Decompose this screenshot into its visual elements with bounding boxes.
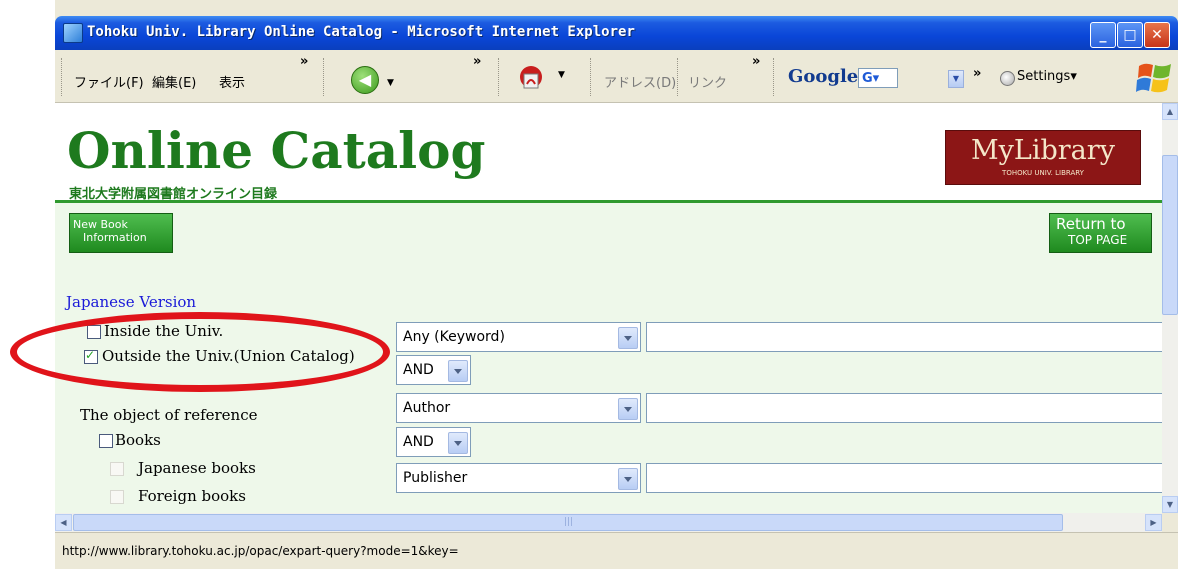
books-checkbox[interactable] xyxy=(99,434,113,448)
toolbar-grip[interactable] xyxy=(677,58,681,96)
status-bar: http://www.library.tohoku.ac.jp/opac/exp… xyxy=(55,532,1178,569)
toolbar-grip[interactable] xyxy=(773,58,777,96)
settings-icon[interactable] xyxy=(1000,71,1015,86)
mylibrary-sub: TOHOKU UNIV. LIBRARY xyxy=(1002,169,1084,177)
toolbar-grip[interactable] xyxy=(323,58,327,96)
header-divider xyxy=(55,200,1162,203)
mylibrary-label: MyLibrary xyxy=(971,135,1115,166)
return-line2: TOP PAGE xyxy=(1068,233,1128,247)
new-book-line1: New Book xyxy=(73,218,128,231)
title-bar[interactable]: Tohoku Univ. Library Online Catalog - Mi… xyxy=(55,16,1178,50)
links-label[interactable]: リンク xyxy=(688,72,727,91)
scroll-down-icon[interactable]: ▼ xyxy=(1162,496,1178,513)
settings-button[interactable]: Settings▾ xyxy=(1017,69,1077,84)
operator-select-1[interactable]: AND xyxy=(396,355,471,385)
scroll-left-icon[interactable]: ◀ xyxy=(55,514,72,531)
return-line1: Return to xyxy=(1056,215,1126,233)
operator-select-2[interactable]: AND xyxy=(396,427,471,457)
books-label: Books xyxy=(115,431,161,449)
catalog-header: Online Catalog 東北大学附属図書館オンライン目録 MyLibrar… xyxy=(55,103,1162,202)
menu-chevron[interactable]: » xyxy=(300,54,308,69)
online-catalog-logo[interactable]: Online Catalog xyxy=(67,121,485,180)
chevron-down-icon[interactable] xyxy=(448,360,468,382)
address-label[interactable]: アドレス(D) xyxy=(604,72,676,91)
back-dropdown-icon[interactable]: ▼ xyxy=(387,78,394,88)
chevron-down-icon[interactable] xyxy=(618,327,638,349)
google-logo: Google xyxy=(788,66,859,87)
close-icon: ✕ xyxy=(1151,27,1163,43)
red-highlight-ellipse xyxy=(10,312,390,392)
chevron-down-icon[interactable] xyxy=(448,432,468,454)
field-select-3[interactable]: Publisher xyxy=(396,463,641,493)
back-arrow-icon: ◀ xyxy=(358,70,372,89)
window-title: Tohoku Univ. Library Online Catalog - Mi… xyxy=(87,24,635,40)
google-search-box[interactable]: G▾ xyxy=(858,68,898,88)
close-button[interactable]: ✕ xyxy=(1144,22,1170,48)
links-chevron[interactable]: » xyxy=(752,54,760,69)
nav-chevron[interactable]: » xyxy=(473,54,481,69)
windows-logo-graphic xyxy=(1136,63,1171,93)
maximize-icon: □ xyxy=(1123,27,1137,43)
scroll-grip-icon: ||| xyxy=(564,517,574,527)
menu-edit[interactable]: 編集(E) xyxy=(152,72,196,91)
horizontal-scrollbar[interactable]: ◀ ||| ▶ xyxy=(55,513,1162,532)
japanese-books-checkbox xyxy=(110,462,124,476)
return-top-page-button[interactable]: Return to TOP PAGE xyxy=(1049,213,1152,253)
page-content: Online Catalog 東北大学附属図書館オンライン目録 MyLibrar… xyxy=(55,103,1166,513)
vertical-scroll-thumb[interactable] xyxy=(1162,155,1178,315)
field-select-1[interactable]: Any (Keyword) xyxy=(396,322,641,352)
field-select-3-value: Publisher xyxy=(403,470,468,486)
pdf-icon-graphic xyxy=(520,66,542,89)
browser-window: Tohoku Univ. Library Online Catalog - Mi… xyxy=(55,0,1178,569)
chevron-down-icon[interactable] xyxy=(618,468,638,490)
foreign-books-checkbox xyxy=(110,490,124,504)
google-options-dropdown[interactable]: ▼ xyxy=(948,70,964,88)
ie-toolbar: ファイル(F) 編集(E) 表示 » ◀ ▼ » ▼ アドレス(D) リンク »… xyxy=(55,50,1178,103)
japanese-books-label: Japanese books xyxy=(138,459,256,477)
menu-view[interactable]: 表示 xyxy=(219,72,245,91)
operator-select-2-value: AND xyxy=(403,434,434,450)
field-select-2[interactable]: Author xyxy=(396,393,641,423)
operator-select-1-value: AND xyxy=(403,362,434,378)
new-book-information-button[interactable]: New Book Information xyxy=(69,213,173,253)
toolbar-grip[interactable] xyxy=(498,58,502,96)
chevron-down-icon[interactable] xyxy=(618,398,638,420)
japanese-version-link[interactable]: Japanese Version xyxy=(66,293,196,311)
menu-file[interactable]: ファイル(F) xyxy=(74,72,144,91)
object-of-reference-heading: The object of reference xyxy=(80,406,258,424)
google-chevron[interactable]: » xyxy=(973,66,981,81)
search-term-input-3[interactable] xyxy=(646,463,1166,493)
mylibrary-button[interactable]: MyLibrary TOHOKU UNIV. LIBRARY xyxy=(945,130,1141,185)
foreign-books-label: Foreign books xyxy=(138,487,246,505)
maximize-button[interactable]: □ xyxy=(1117,22,1143,48)
pdf-icon[interactable] xyxy=(518,64,544,92)
vertical-scrollbar[interactable]: ▲ ▼ xyxy=(1162,103,1178,513)
search-term-input-2[interactable] xyxy=(646,393,1166,423)
horizontal-scroll-thumb[interactable]: ||| xyxy=(73,514,1063,531)
scroll-up-icon[interactable]: ▲ xyxy=(1162,103,1178,120)
minimize-button[interactable]: _ xyxy=(1090,22,1116,48)
windows-logo xyxy=(1135,58,1175,98)
pdf-dropdown-icon[interactable]: ▼ xyxy=(558,70,565,80)
toolbar-grip[interactable] xyxy=(590,58,594,96)
search-term-input-1[interactable] xyxy=(646,322,1166,352)
minimize-icon: _ xyxy=(1099,27,1107,43)
toolbar-grip[interactable] xyxy=(61,58,65,96)
back-button[interactable]: ◀ xyxy=(351,66,379,94)
status-url: http://www.library.tohoku.ac.jp/opac/exp… xyxy=(62,544,459,558)
field-select-2-value: Author xyxy=(403,400,451,416)
scroll-right-icon[interactable]: ▶ xyxy=(1145,514,1162,531)
new-book-line2: Information xyxy=(83,231,147,244)
ie-app-icon xyxy=(63,23,83,43)
field-select-1-value: Any (Keyword) xyxy=(403,329,505,345)
